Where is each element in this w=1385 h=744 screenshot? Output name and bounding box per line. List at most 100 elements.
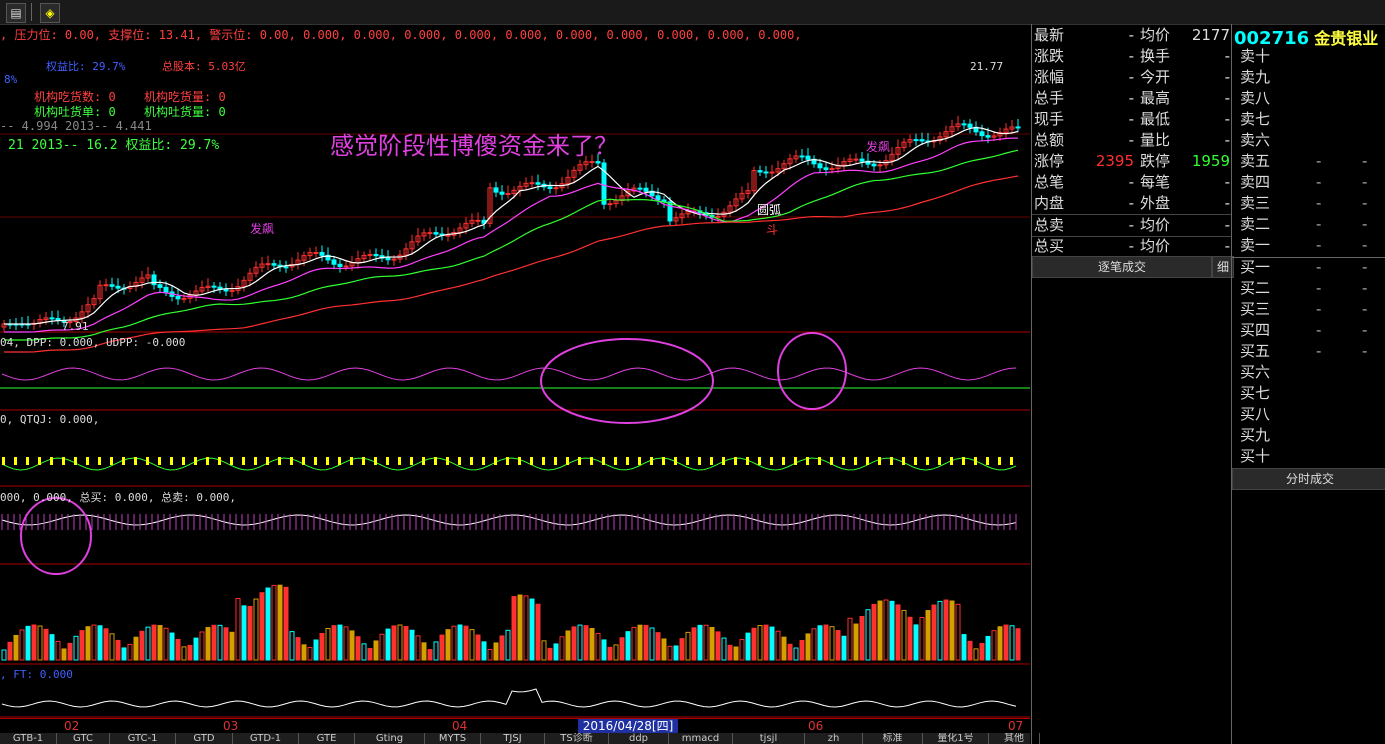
- volume-bar: [31, 624, 37, 661]
- indicator-bar: [974, 457, 977, 465]
- indicator-tab[interactable]: TJSJ: [481, 733, 545, 744]
- indicator-tab[interactable]: mmacd: [669, 733, 733, 744]
- volume-bar: [655, 632, 661, 661]
- indicator-bar: [290, 457, 293, 465]
- quote-row: 最新 - 均价 2177: [1032, 25, 1232, 46]
- volume-bar: [235, 598, 241, 661]
- volume-bar: [649, 627, 655, 661]
- indicator-tab[interactable]: GTC: [57, 733, 110, 744]
- orderbook-row[interactable]: 卖七: [1240, 109, 1385, 130]
- quote-row: 内盘 - 外盘 -: [1032, 193, 1232, 214]
- indicator-tab[interactable]: tjsjl: [733, 733, 805, 744]
- indicator-tab[interactable]: MYTS: [425, 733, 481, 744]
- indicator-bar: [14, 457, 17, 465]
- volume-bar: [139, 630, 145, 661]
- indicator-tab[interactable]: GTB-1: [0, 733, 57, 744]
- orderbook-volume: -: [1362, 279, 1368, 297]
- volume-bar: [775, 630, 781, 661]
- orderbook-row[interactable]: 买十: [1240, 446, 1385, 467]
- indicator-line: [1, 514, 1017, 526]
- volume-bar: [841, 635, 847, 661]
- volume-bar: [169, 632, 175, 661]
- orderbook-level: 买八: [1240, 405, 1271, 423]
- tick-trade-button[interactable]: 逐笔成交: [1032, 256, 1212, 278]
- quote-row: 总笔 - 每笔 -: [1032, 172, 1232, 193]
- orderbook-row[interactable]: 买三 - -: [1240, 299, 1385, 320]
- volume-bar: [97, 625, 103, 661]
- orderbook-row[interactable]: 卖十: [1240, 46, 1385, 67]
- indicator-bar: [494, 457, 497, 465]
- volume-bar: [331, 625, 337, 661]
- volume-bar: [415, 635, 421, 661]
- indicator-tab[interactable]: GTE: [299, 733, 355, 744]
- volume-bar: [769, 626, 775, 661]
- volume-bar: [913, 624, 919, 661]
- volume-bar: [211, 624, 217, 661]
- indicator-tab[interactable]: zh: [805, 733, 863, 744]
- indicator-bar: [914, 457, 917, 465]
- indicator-bar: [518, 457, 521, 465]
- candle-body: [919, 139, 925, 142]
- orderbook-row[interactable]: 卖九: [1240, 67, 1385, 88]
- month-07: 07: [1008, 719, 1024, 733]
- indicator-tab[interactable]: ddp: [609, 733, 669, 744]
- volume-bar: [445, 629, 451, 661]
- diamond-arrow-icon[interactable]: ◈: [40, 3, 60, 23]
- orderbook-row[interactable]: 买一 - -: [1240, 257, 1385, 278]
- orderbook-row[interactable]: 卖四 - -: [1240, 172, 1385, 193]
- indicator-tabs: GTB-1 GTC GTC-1 GTD GTD-1 GTE Gting MYTS TJSJ TS诊…: [0, 733, 1040, 744]
- timeshare-trade-button[interactable]: 分时成交: [1232, 468, 1385, 490]
- orderbook-row[interactable]: 卖三 - -: [1240, 193, 1385, 214]
- indicator-bar: [410, 457, 413, 465]
- volume-bar: [961, 634, 967, 661]
- indicator-bar: [998, 457, 1001, 465]
- indicator-bar: [350, 457, 353, 465]
- orderbook-row[interactable]: 卖八: [1240, 88, 1385, 109]
- orderbook-row[interactable]: 买四 - -: [1240, 320, 1385, 341]
- indicator-tab[interactable]: 标准: [863, 733, 923, 744]
- orderbook-row[interactable]: 卖六: [1240, 130, 1385, 151]
- quote-value-right: -: [1224, 216, 1230, 234]
- indicator-tab[interactable]: GTD: [176, 733, 233, 744]
- volume-bar: [637, 624, 643, 661]
- orderbook-row[interactable]: 买七: [1240, 383, 1385, 404]
- indicator-bar: [782, 457, 785, 465]
- volume-bar: [679, 638, 685, 661]
- candle-body: [877, 164, 883, 167]
- volume-bar: [607, 646, 613, 661]
- indicator-tab[interactable]: GTC-1: [110, 733, 176, 744]
- indicator-tab[interactable]: GTD-1: [233, 733, 299, 744]
- indicator-bar: [926, 457, 929, 465]
- indicator-tab[interactable]: TS诊断: [545, 733, 609, 744]
- orderbook-row[interactable]: 卖一 - -: [1240, 235, 1385, 256]
- orderbook-row[interactable]: 买九: [1240, 425, 1385, 446]
- volume-bar: [535, 603, 541, 661]
- quote-value: -: [1128, 216, 1134, 234]
- volume-bar: [949, 600, 955, 661]
- indicator-tab[interactable]: Gting: [355, 733, 425, 744]
- orderbook-level: 买二: [1240, 279, 1271, 297]
- indicator-tab[interactable]: 量化1号: [923, 733, 989, 744]
- orderbook-row[interactable]: 卖五 - -: [1240, 151, 1385, 172]
- orderbook-row[interactable]: 卖二 - -: [1240, 214, 1385, 235]
- month-03: 03: [223, 719, 239, 733]
- indicator-line: [1, 367, 1017, 381]
- volume-bar: [937, 600, 943, 661]
- quote-row: 现手 - 最低 -: [1032, 109, 1232, 130]
- volume-bar: [925, 610, 931, 661]
- volume-bar: [1003, 624, 1009, 661]
- cursor-date: 2016/04/28[四]: [578, 719, 678, 733]
- orderbook-row[interactable]: 买二 - -: [1240, 278, 1385, 299]
- orderbook-volume: -: [1362, 236, 1368, 254]
- volume-bar: [763, 624, 769, 661]
- orderbook-row[interactable]: 买八: [1240, 404, 1385, 425]
- orderbook-row[interactable]: 买六: [1240, 362, 1385, 383]
- marker-yuan: 圆弧: [757, 203, 782, 217]
- orderbook-row[interactable]: 买五 - -: [1240, 341, 1385, 362]
- volume-bar: [451, 625, 457, 661]
- inst-sell-count: 机构吐货单: 0: [34, 105, 116, 119]
- indicator-bar: [470, 457, 473, 465]
- chart-icon[interactable]: ▤: [6, 3, 26, 23]
- volume-bar: [325, 628, 331, 661]
- kline-chart-area[interactable]: , 压力位: 0.00, 支撑位: 13.41, 警示位: 0.00, 0.00…: [0, 24, 1030, 718]
